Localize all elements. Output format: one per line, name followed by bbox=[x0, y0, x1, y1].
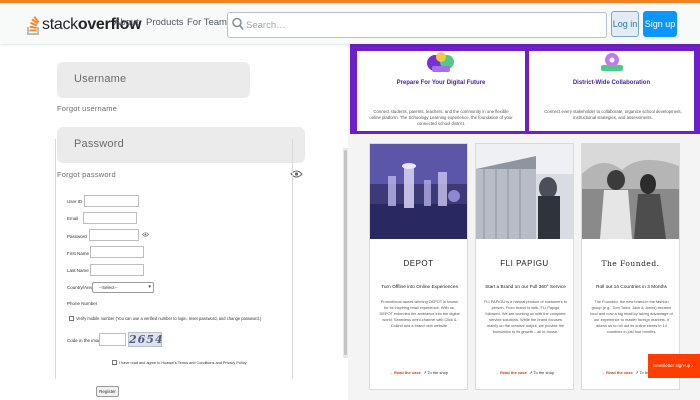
phone-number-label: Phone Number bbox=[67, 301, 98, 306]
case-card-the-founded[interactable]: The Founded. Roll out 14 Countries in 3 … bbox=[581, 143, 680, 390]
show-password-small-icon[interactable] bbox=[142, 232, 149, 237]
case-card-fli-papigu[interactable]: FLI PAPIGU Start a Brand on our Full 360… bbox=[475, 143, 574, 390]
to-shop-link[interactable]: ↗ To the shop bbox=[423, 370, 448, 375]
case-headline: Roll out 14 Countries in 3 Months bbox=[596, 285, 667, 290]
password-label: Password bbox=[67, 234, 87, 239]
password-input[interactable] bbox=[89, 229, 139, 241]
read-case-link[interactable]: → Read the case bbox=[495, 370, 527, 375]
read-case-label: Read the case bbox=[605, 370, 633, 375]
collaboration-illustration-icon bbox=[427, 52, 454, 72]
agree-terms-checkbox[interactable] bbox=[112, 360, 117, 365]
last-name-input[interactable] bbox=[90, 264, 144, 276]
case-brand: DEPOT bbox=[403, 259, 434, 268]
first-name-input[interactable] bbox=[90, 246, 144, 258]
username-field[interactable]: Username bbox=[57, 62, 250, 98]
promo-card-title: Prepare For Your Digital Future bbox=[396, 80, 486, 86]
register-button[interactable]: Register bbox=[96, 386, 119, 397]
read-case-label: Read the case bbox=[499, 370, 527, 375]
case-links: → Read the case ↗ To the shop bbox=[370, 370, 467, 375]
promo-card-digital-future[interactable]: Prepare For Your Digital Future Connect … bbox=[357, 51, 525, 131]
country-select-value: --Select-- bbox=[99, 285, 118, 290]
stack-logo-icon bbox=[27, 16, 40, 35]
first-name-label: First Name bbox=[67, 251, 90, 256]
verify-mobile-text: Verify mobile number (You can use a veri… bbox=[76, 316, 262, 321]
forgot-username-link[interactable]: Forgot username bbox=[57, 104, 117, 113]
search-input[interactable] bbox=[246, 16, 596, 34]
email-label: Email bbox=[67, 216, 79, 221]
read-case-link[interactable]: → Read the case bbox=[601, 370, 633, 375]
username-placeholder: Username bbox=[74, 73, 127, 85]
newsletter-signup-button[interactable]: Newsletter sign-up › bbox=[648, 354, 700, 378]
logo-text-light: stack bbox=[42, 16, 78, 33]
captcha-image[interactable]: 2654 bbox=[128, 332, 164, 347]
search-icon bbox=[232, 17, 244, 30]
search-box[interactable] bbox=[227, 12, 607, 38]
case-body: Promotional award-winning DEPOT is known… bbox=[379, 299, 460, 328]
case-headline: Start a Brand on our Full 360° Service bbox=[485, 285, 566, 290]
nav-about[interactable]: About bbox=[114, 17, 139, 28]
nav-products[interactable]: Products bbox=[146, 17, 184, 28]
newsletter-label: Newsletter sign-up bbox=[653, 363, 691, 368]
fli-papigu-product-image bbox=[476, 144, 573, 239]
read-case-link[interactable]: → Read the case bbox=[389, 370, 421, 375]
promo-card-text: Connect students, parents, teachers, and… bbox=[369, 109, 513, 126]
country-select[interactable]: --Select-- ▾ bbox=[92, 282, 154, 293]
captcha-text: 2654 bbox=[129, 333, 164, 346]
promo-card-collaboration[interactable]: District-Wide Collaboration Connect ever… bbox=[529, 51, 694, 131]
case-brand: The Founded. bbox=[601, 259, 660, 268]
case-body: The Founded, the new brand in the fashio… bbox=[590, 299, 673, 334]
signup-button[interactable]: Sign up bbox=[643, 11, 677, 37]
the-founded-product-image bbox=[582, 144, 679, 239]
email-input[interactable] bbox=[83, 212, 137, 224]
to-shop-link[interactable]: ↗ To the shop bbox=[529, 370, 554, 375]
user-id-label: User ID bbox=[67, 199, 83, 204]
agree-terms-text[interactable]: I have read and agree to Huawei's Terms … bbox=[119, 361, 247, 365]
case-card-depot[interactable]: DEPOT Turn Offline into Online Experienc… bbox=[369, 143, 468, 390]
chevron-down-icon: ▾ bbox=[148, 284, 151, 290]
top-bar: stackoverflow About Products For Teams L… bbox=[0, 0, 700, 44]
case-brand: FLI PAPIGU bbox=[500, 259, 549, 268]
promo-card-text: Connect every stakeholder to collaborate… bbox=[544, 109, 682, 120]
login-button[interactable]: Log in bbox=[611, 11, 639, 37]
verify-mobile-checkbox[interactable] bbox=[69, 316, 74, 321]
user-id-input[interactable] bbox=[84, 195, 139, 207]
last-name-label: Last Name bbox=[67, 268, 89, 273]
registration-form bbox=[55, 139, 293, 379]
captcha-input[interactable] bbox=[99, 333, 126, 346]
country-area-label: Country/Area bbox=[67, 285, 94, 290]
depot-product-image bbox=[370, 144, 467, 239]
case-links: → Read the case ↗ To the shop bbox=[476, 370, 573, 375]
scrollbar-thumb[interactable] bbox=[344, 150, 347, 355]
to-shop-label: To the shop bbox=[533, 370, 555, 375]
read-case-label: Read the case bbox=[393, 370, 421, 375]
location-pin-illustration-icon bbox=[601, 53, 623, 71]
to-shop-label: To the shop bbox=[427, 370, 449, 375]
case-headline: Turn Offline into Online Experiences bbox=[381, 285, 458, 290]
nav-for-teams[interactable]: For Teams bbox=[187, 17, 232, 28]
case-body: FLI PAPIGU is a natural product of custo… bbox=[484, 299, 567, 334]
promo-card-title: District-Wide Collaboration bbox=[572, 80, 651, 86]
